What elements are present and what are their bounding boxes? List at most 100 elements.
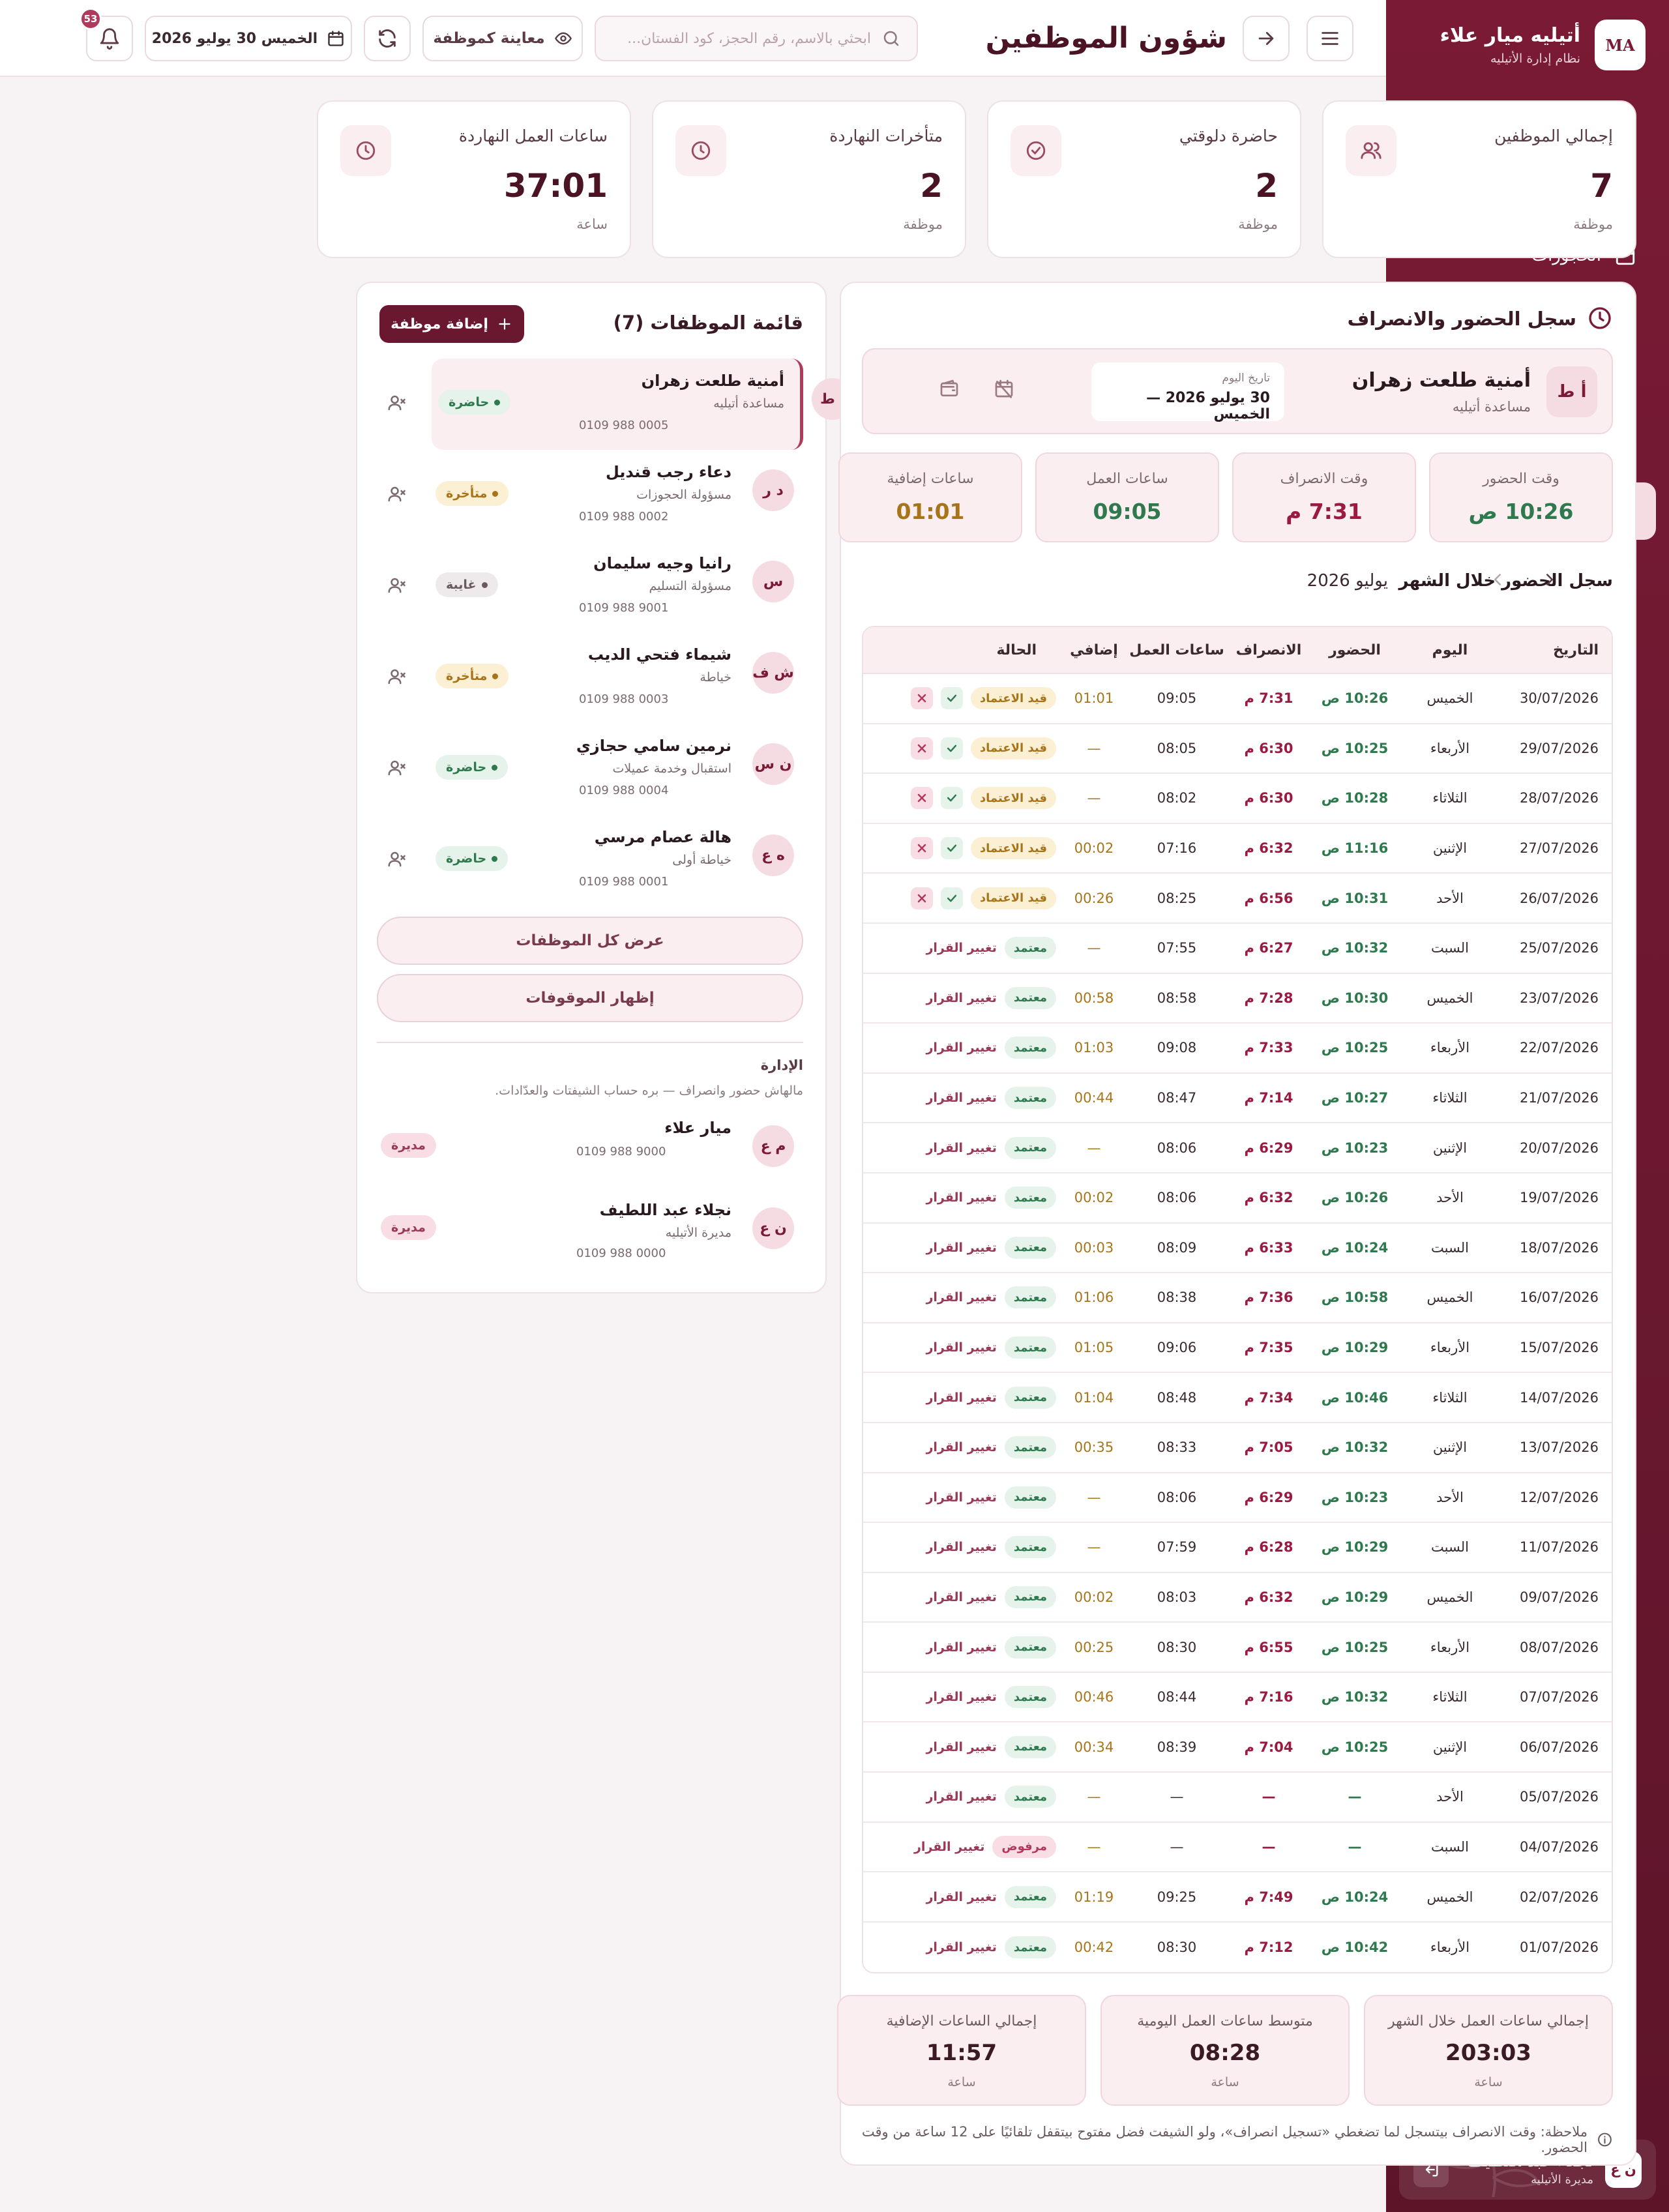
show-suspended-button[interactable]: إظهار الموقوفات	[377, 974, 803, 1022]
change-decision-link[interactable]: تغيير القرار	[926, 991, 996, 1005]
reject-button[interactable]	[910, 837, 933, 860]
reject-button[interactable]	[910, 887, 933, 909]
chevron-right-icon	[1546, 574, 1553, 585]
change-decision-link[interactable]: تغيير القرار	[926, 1740, 996, 1754]
total-unit: ساعة	[1211, 2075, 1239, 2089]
approve-button[interactable]	[940, 737, 963, 759]
search-placeholder: ابحثي بالاسم، رقم الحجز، كود الفستان...	[627, 30, 871, 47]
cell-in: 11:16 ص	[1321, 840, 1389, 857]
change-decision-link[interactable]: تغيير القرار	[926, 1190, 996, 1205]
cell-date: 21/07/2026	[1519, 1090, 1599, 1106]
change-decision-link[interactable]: تغيير القرار	[926, 1241, 996, 1255]
table-row: 01/07/2026 الأربعاء 10:42 ص 7:12 م 08:30 00:4…	[863, 1923, 1612, 1973]
col-work: ساعات العمل	[1129, 641, 1224, 658]
employee-row[interactable]: س رانيا وجيه سليمان مسؤولة التسليم 0109 988…	[377, 541, 803, 632]
cell-day: الإثنين	[1432, 1140, 1468, 1156]
table-row: 21/07/2026 الثلاثاء 10:27 ص 7:14 م 08:47 00:4…	[863, 1074, 1612, 1124]
deactivate-employee-button[interactable]	[381, 570, 412, 601]
stat-icon-box	[1011, 125, 1061, 176]
show-all-label: عرض كل الموظفات	[516, 932, 664, 949]
change-decision-link[interactable]: تغيير القرار	[914, 1840, 984, 1854]
deactivate-employee-button[interactable]	[381, 479, 412, 510]
change-decision-link[interactable]: تغيير القرار	[926, 1290, 996, 1305]
deactivate-employee-button[interactable]	[381, 661, 412, 692]
change-decision-link[interactable]: تغيير القرار	[926, 1391, 996, 1405]
today-date-box: تاريخ اليوم 30 يوليو 2026 — الخميس	[1091, 362, 1284, 422]
change-decision-link[interactable]: تغيير القرار	[926, 1340, 996, 1355]
add-employee-button[interactable]: إضافة موظفة	[379, 305, 524, 343]
cell-extra: —	[1087, 1140, 1101, 1156]
change-decision-link[interactable]: تغيير القرار	[926, 1790, 996, 1804]
previous-month-button[interactable]	[1540, 570, 1559, 589]
change-decision-link[interactable]: تغيير القرار	[926, 1940, 996, 1954]
next-month-button[interactable]	[1488, 570, 1507, 589]
cell-status: معتمد تغيير القرار	[863, 1536, 1063, 1559]
reject-button[interactable]	[910, 787, 933, 810]
reject-button[interactable]	[910, 687, 933, 710]
show-all-employees-button[interactable]: عرض كل الموظفات	[377, 917, 803, 965]
notifications-button[interactable]: 53	[80, 8, 133, 61]
cell-status: قيد الاعتماد	[863, 837, 1063, 860]
cell-out: 6:56 م	[1244, 890, 1293, 906]
search-input[interactable]: ابحثي بالاسم، رقم الحجز، كود الفستان...	[595, 16, 918, 61]
refresh-button[interactable]	[364, 16, 411, 61]
change-decision-link[interactable]: تغيير القرار	[926, 1141, 996, 1155]
change-decision-link[interactable]: تغيير القرار	[926, 1440, 996, 1454]
employee-row[interactable]: ش ف شيماء فتحي الديب خياطة 0109 988 0003 متأ…	[377, 632, 803, 724]
cell-in: 10:25 ص	[1321, 1639, 1389, 1655]
forward-button[interactable]	[1243, 16, 1290, 61]
deactivate-employee-button[interactable]	[381, 387, 412, 419]
cell-day: الأحد	[1436, 1789, 1464, 1805]
total-label: إجمالي الساعات الإضافية	[886, 2013, 1037, 2029]
cell-date: 07/07/2026	[1519, 1689, 1599, 1705]
deactivate-employee-button[interactable]	[381, 752, 412, 784]
manager-role: مديرة الأتيليه	[665, 1226, 731, 1240]
change-decision-link[interactable]: تغيير القرار	[926, 1040, 996, 1055]
cell-out: 7:33 م	[1244, 1040, 1293, 1056]
change-decision-link[interactable]: تغيير القرار	[926, 1640, 996, 1655]
cell-out: 7:14 م	[1244, 1090, 1293, 1106]
menu-button[interactable]	[1307, 16, 1353, 61]
clock-icon	[1589, 307, 1611, 329]
cell-extra: 01:19	[1074, 1889, 1114, 1905]
cell-day: السبت	[1431, 940, 1469, 956]
change-decision-link[interactable]: تغيير القرار	[926, 1091, 996, 1105]
table-row: 26/07/2026 الأحد 10:31 ص 6:56 م 08:25 00:26 قي…	[863, 874, 1612, 924]
cell-day: الثلاثاء	[1432, 790, 1468, 806]
employee-row[interactable]: أ ط أمنية طلعت زهران مساعدة أتيليه 0109 988…	[388, 359, 853, 450]
cell-in: 10:29 ص	[1321, 1589, 1389, 1605]
change-decision-link[interactable]: تغيير القرار	[926, 941, 996, 955]
deactivate-employee-button[interactable]	[381, 844, 412, 875]
reject-button[interactable]	[910, 737, 933, 759]
check-icon	[947, 844, 957, 852]
employee-row[interactable]: ن س نرمين سامي حجازي استقبال وخدمة عميلات 0…	[377, 724, 803, 815]
change-decision-link[interactable]: تغيير القرار	[926, 1540, 996, 1554]
cell-extra: 00:44	[1074, 1090, 1114, 1106]
cell-status: قيد الاعتماد	[863, 787, 1063, 810]
date-picker-button[interactable]: الخميس 30 يوليو 2026	[145, 16, 352, 61]
change-decision-link[interactable]: تغيير القرار	[926, 1590, 996, 1604]
manager-row[interactable]: م ع ميار علاء 0109 988 9000 مديرة	[377, 1106, 803, 1188]
total-value: 11:57	[926, 2040, 997, 2066]
preview-as-employee-button[interactable]: معاينة كموظفة	[422, 16, 583, 61]
change-decision-link[interactable]: تغيير القرار	[926, 1690, 996, 1704]
employee-row[interactable]: ه ع هالة عصام مرسي خياطة أولى 0109 988 0001…	[377, 815, 803, 906]
avatar: أ ط	[1546, 366, 1597, 417]
approve-button[interactable]	[940, 787, 963, 810]
calendar-off-button[interactable]	[994, 378, 1014, 399]
cell-status: معتمد تغيير القرار	[863, 1585, 1063, 1608]
approve-button[interactable]	[940, 687, 963, 710]
employee-row[interactable]: د ر دعاء رجب قنديل مسؤولة الحجوزات 0109 988…	[377, 450, 803, 541]
cell-date: 26/07/2026	[1519, 890, 1599, 906]
approve-button[interactable]	[940, 837, 963, 860]
manager-row[interactable]: ن ع نجلاء عبد اللطيف مديرة الأتيليه 0109 98…	[377, 1188, 803, 1270]
cell-out: —	[1262, 1838, 1276, 1855]
month-total-box: إجمالي الساعات الإضافية 11:57 ساعة	[837, 1995, 1086, 2106]
approve-button[interactable]	[940, 887, 963, 909]
wallet-button[interactable]	[939, 378, 960, 399]
col-out: الانصراف	[1235, 641, 1302, 658]
change-decision-link[interactable]: تغيير القرار	[926, 1890, 996, 1904]
change-decision-link[interactable]: تغيير القرار	[926, 1490, 996, 1505]
cell-date: 11/07/2026	[1519, 1539, 1599, 1556]
cell-work: 07:55	[1157, 940, 1197, 956]
